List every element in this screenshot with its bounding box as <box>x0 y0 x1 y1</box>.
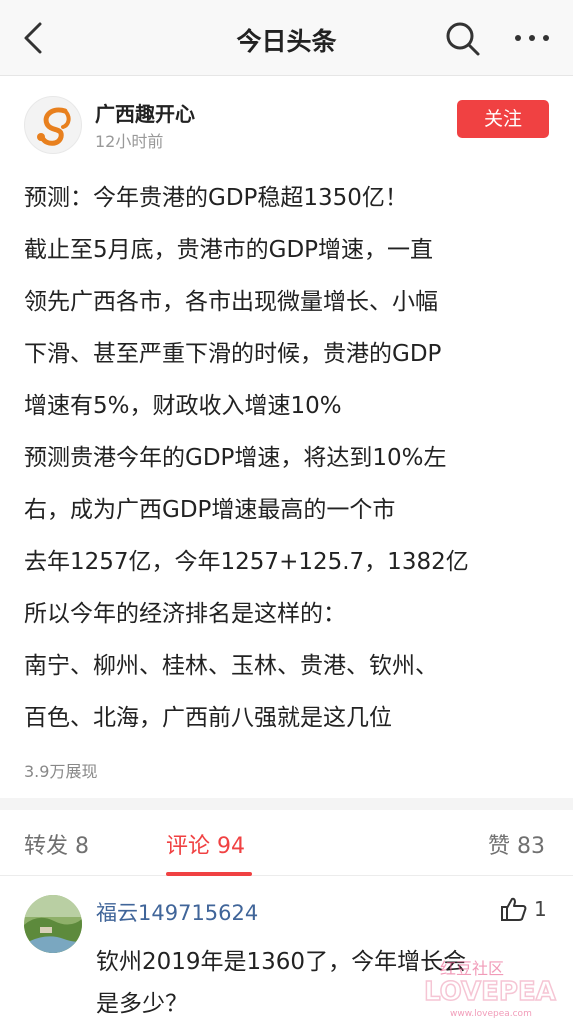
thumbs-up-icon <box>501 897 527 921</box>
lovepea-watermark: 红豆社区 LOVEPEA www.lovepea.com <box>420 952 566 1022</box>
article-line: 去年1257亿，今年1257+125.7，1382亿 <box>24 549 469 575</box>
more-button[interactable] <box>510 18 554 58</box>
article-line: 下滑、甚至严重下滑的时候，贵港的GDP <box>24 341 442 367</box>
author-avatar[interactable] <box>24 96 82 154</box>
search-icon <box>446 22 480 56</box>
search-button[interactable] <box>442 18 482 58</box>
article-line: 百色、北海，广西前八强就是这几位 <box>24 705 392 731</box>
article-line: 领先广西各市，各市出现微量增长、小幅 <box>24 289 438 315</box>
watermark-line1: 红豆社区 <box>440 959 504 978</box>
article-line: 所以今年的经济排名是这样的： <box>24 601 346 627</box>
article-line: 预测贵港今年的GDP增速，将达到10%左 <box>24 445 447 471</box>
comment-like-button[interactable]: 1 <box>500 895 552 925</box>
view-count: 3.9万展现 <box>24 762 98 781</box>
top-bar: 今日头条 <box>0 0 573 76</box>
article-line: 预测：今年贵港的GDP稳超1350亿！ <box>24 185 408 211</box>
commenter-name[interactable]: 福云149715624 <box>96 897 258 927</box>
commenter-avatar[interactable] <box>24 895 82 953</box>
article-line: 增速有5%，财政收入增速10% <box>24 393 342 419</box>
squirrel-logo <box>37 107 71 146</box>
author-name[interactable]: 广西趣开心 <box>95 98 195 127</box>
comment-like-count: 1 <box>534 897 547 921</box>
active-tab-indicator <box>166 872 252 876</box>
tab-comments[interactable]: 评论 94 <box>166 828 245 860</box>
section-divider <box>0 798 573 810</box>
article-body: 预测：今年贵港的GDP稳超1350亿！ 截止至5月底，贵港市的GDP增速，一直 … <box>24 172 554 744</box>
interaction-tabs: 转发 8 评论 94 赞 83 <box>0 810 573 876</box>
watermark-line3: www.lovepea.com <box>450 1009 532 1019</box>
article-line: 右，成为广西GDP增速最高的一个市 <box>24 497 396 523</box>
tab-repost[interactable]: 转发 8 <box>24 828 89 860</box>
landscape-avatar-image <box>24 895 82 953</box>
watermark-graphic: 红豆社区 LOVEPEA www.lovepea.com <box>423 959 556 1019</box>
post-time: 12小时前 <box>95 132 164 151</box>
more-dots-icon <box>515 35 549 41</box>
article-line: 截止至5月底，贵港市的GDP增速，一直 <box>24 237 434 263</box>
watermark-line2: LOVEPEA <box>424 977 556 1007</box>
follow-button[interactable]: 关注 <box>457 100 549 138</box>
author-row: 广西趣开心 12小时前 关注 <box>0 76 573 162</box>
article-line: 南宁、柳州、桂林、玉林、贵港、钦州、 <box>24 653 438 679</box>
page-title: 今日头条 <box>236 27 337 56</box>
tab-likes[interactable]: 赞 83 <box>488 828 545 860</box>
